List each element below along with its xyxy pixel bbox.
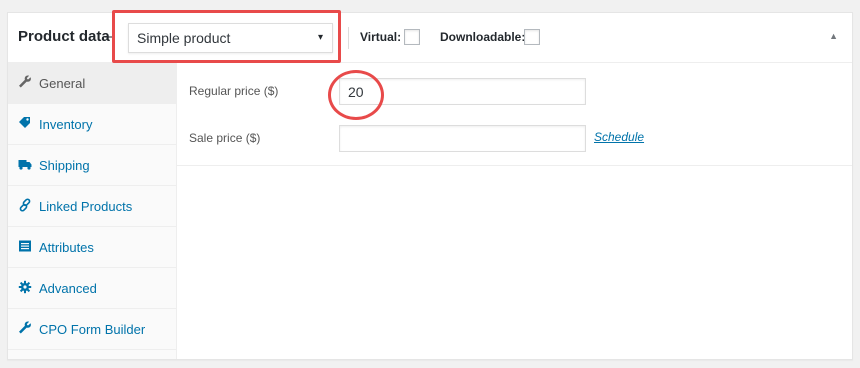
sale-price-label: Sale price ($) <box>189 131 261 145</box>
tab-linked-products-label: Linked Products <box>39 199 133 214</box>
tab-cpo-form-builder-label: CPO Form Builder <box>39 322 146 337</box>
regular-price-label: Regular price ($) <box>189 84 279 98</box>
tab-inventory[interactable]: Inventory <box>8 104 176 145</box>
link-icon <box>19 198 31 212</box>
virtual-label: Virtual: <box>360 30 402 44</box>
product-data-panel: Product data – Simple product ▾ Virtual:… <box>7 10 853 360</box>
tag-icon <box>19 117 30 128</box>
general-options-panel: Regular price ($) Sale price ($) Schedul… <box>177 63 852 166</box>
list-icon <box>19 240 31 252</box>
price-highlight-circle <box>328 70 384 120</box>
tab-linked-products[interactable]: Linked Products <box>8 186 176 227</box>
virtual-checkbox[interactable] <box>404 29 420 45</box>
select-highlight-box <box>112 10 341 63</box>
gear-icon <box>18 280 32 294</box>
wrench-icon <box>19 75 31 88</box>
collapse-toggle-icon[interactable]: ▲ <box>829 31 838 41</box>
sale-price-input[interactable] <box>339 125 586 152</box>
downloadable-checkbox[interactable] <box>524 29 540 45</box>
tab-advanced-label: Advanced <box>39 281 97 296</box>
tab-cpo-form-builder[interactable]: CPO Form Builder <box>8 309 176 350</box>
downloadable-label: Downloadable: <box>440 30 526 44</box>
header-divider <box>348 27 349 49</box>
tab-advanced[interactable]: Advanced <box>8 268 176 309</box>
panel-title: Product data <box>18 28 110 45</box>
panel-header: Product data – Simple product ▾ Virtual:… <box>8 10 852 63</box>
tab-general[interactable]: General <box>8 63 176 104</box>
truck-icon <box>18 160 32 170</box>
tab-shipping-label: Shipping <box>39 158 90 173</box>
tab-attributes[interactable]: Attributes <box>8 227 176 268</box>
wrench-icon <box>19 321 31 334</box>
product-data-tabs: General Inventory Shipping Linked Produc… <box>8 63 177 359</box>
tab-attributes-label: Attributes <box>39 240 94 255</box>
tab-general-label: General <box>39 76 86 91</box>
tab-inventory-label: Inventory <box>39 117 93 132</box>
schedule-link[interactable]: Schedule <box>594 130 644 144</box>
tab-shipping[interactable]: Shipping <box>8 145 176 186</box>
